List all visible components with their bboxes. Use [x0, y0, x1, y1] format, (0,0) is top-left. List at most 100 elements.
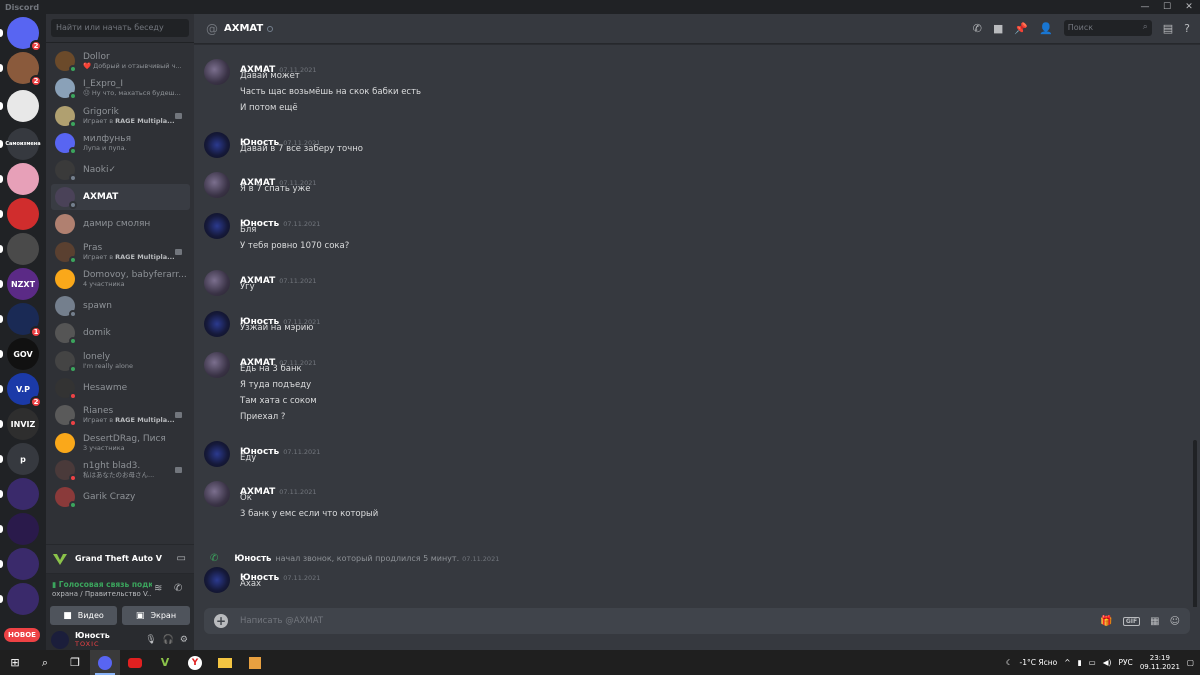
dm-item[interactable]: lonely I'm really alone	[51, 348, 190, 374]
video-button[interactable]: ■ Видео	[50, 606, 117, 625]
dm-item[interactable]: Domovoy, babyferarr... 4 участника	[51, 266, 190, 292]
add-friend-icon[interactable]: 👤	[1039, 22, 1053, 35]
dm-item[interactable]: Pras Играет в RAGE Multipla...	[51, 239, 190, 265]
avatar[interactable]	[204, 567, 230, 593]
search-input[interactable]: Поиск ⌕	[1063, 20, 1152, 36]
dm-item[interactable]: n1ght blad3. 私はあなたのお母さん...	[51, 457, 190, 483]
language[interactable]: РУС	[1118, 658, 1132, 667]
screen-button[interactable]: ▣ Экран	[122, 606, 190, 625]
avatar[interactable]	[51, 630, 69, 649]
volume-icon[interactable]: ◀)	[1103, 658, 1112, 667]
noise-suppression-icon[interactable]: ≋	[154, 583, 162, 594]
status-indicator	[69, 365, 77, 373]
avatar[interactable]	[204, 311, 230, 337]
server-icon[interactable]	[7, 90, 39, 122]
dm-item[interactable]: spawn	[51, 293, 190, 319]
screen-share-icon[interactable]: ▭	[177, 553, 194, 564]
youtube-taskbar-icon[interactable]	[120, 650, 150, 675]
headphones-icon[interactable]: 🎧	[163, 635, 174, 645]
task-view-icon[interactable]: ❐	[60, 650, 90, 675]
avatar[interactable]	[204, 352, 230, 378]
server-icon[interactable]: NZXT	[7, 268, 39, 300]
windows-start-icon[interactable]: ⊞	[0, 650, 30, 675]
dm-item[interactable]: Hesawme	[51, 375, 190, 401]
search-taskbar-icon[interactable]: ⌕	[30, 650, 60, 675]
server-icon[interactable]	[7, 198, 39, 230]
server-icon[interactable]	[7, 478, 39, 510]
message-text: Едь на 3 банк	[240, 364, 302, 374]
upload-icon[interactable]: +	[214, 614, 228, 628]
call-icon[interactable]: ✆	[973, 22, 982, 35]
discord-taskbar-icon[interactable]	[90, 650, 120, 675]
server-icon[interactable]: INVIZ	[7, 408, 39, 440]
server-icon[interactable]: V.P 2	[7, 373, 42, 408]
minimize-button[interactable]: —	[1134, 0, 1156, 14]
dm-item[interactable]: DesertDRag, Пися 3 участника	[51, 430, 190, 456]
dm-item[interactable]: Grigorik Играет в RAGE Multipla...	[51, 103, 190, 129]
yandex-browser-icon[interactable]: Y	[180, 650, 210, 675]
inbox-icon[interactable]: ▤	[1163, 22, 1173, 35]
find-conversation-button[interactable]: Найти или начать беседу	[51, 19, 189, 37]
dm-item[interactable]: дамир смолян	[51, 211, 190, 237]
dm-item[interactable]: domik	[51, 320, 190, 346]
gta-taskbar-icon[interactable]: V	[150, 650, 180, 675]
clock[interactable]: 23:19 09.11.2021	[1140, 654, 1180, 672]
weather[interactable]: -1°C Ясно	[1020, 658, 1058, 667]
dm-item[interactable]: Garik Crazy	[51, 484, 190, 510]
dm-item[interactable]: Naoki✓	[51, 157, 190, 183]
video-call-icon[interactable]: ■	[993, 22, 1003, 35]
mic-tray-icon[interactable]: ▮	[1078, 658, 1082, 667]
dm-name: lonely	[83, 352, 111, 362]
server-icon[interactable]: 1	[7, 303, 42, 338]
help-icon[interactable]: ?	[1184, 22, 1190, 35]
dm-item[interactable]: I_Expro_I 😐 Ну что, махаться будеш...	[51, 75, 190, 101]
phone-icon: ✆	[210, 553, 219, 564]
network-icon[interactable]: ▭	[1089, 658, 1096, 667]
avatar[interactable]	[204, 213, 230, 239]
message-text: Я в 7 спать уже	[240, 184, 311, 194]
voice-status[interactable]: ▮ Голосовая связь подк	[52, 580, 152, 589]
dm-item[interactable]: AXMAT	[51, 184, 190, 210]
avatar[interactable]	[204, 59, 230, 85]
server-icon[interactable]	[7, 583, 39, 615]
server-icon[interactable]	[7, 513, 39, 545]
server-icon[interactable]	[7, 163, 39, 195]
emoji-icon[interactable]: ☺	[1170, 616, 1180, 627]
message-input[interactable]	[240, 616, 1101, 626]
avatar[interactable]	[204, 270, 230, 296]
avatar[interactable]	[204, 132, 230, 158]
maximize-button[interactable]: ☐	[1156, 0, 1178, 14]
chevron-up-icon[interactable]: ^	[1064, 658, 1070, 667]
pin-icon[interactable]: 📌	[1014, 22, 1028, 35]
avatar[interactable]	[204, 441, 230, 467]
server-icon[interactable]	[7, 233, 39, 265]
disconnect-icon[interactable]: ✆	[174, 583, 182, 594]
server-icon[interactable]: p	[7, 443, 39, 475]
gift-icon[interactable]: 🎁	[1100, 616, 1112, 627]
activity-panel: Grand Theft Auto V ▭	[46, 544, 194, 572]
server-icon[interactable]: 2	[7, 52, 42, 87]
server-icon[interactable]	[7, 548, 39, 580]
scrollbar[interactable]	[1193, 440, 1197, 607]
dm-item[interactable]: милфунья Лупа и пупа.	[51, 130, 190, 156]
server-label: GOV	[13, 349, 33, 359]
server-icon[interactable]: Самоизмена	[5, 128, 41, 160]
gear-icon[interactable]: ⚙	[180, 635, 188, 645]
dm-item[interactable]: Rianes Играет в RAGE Multipla...	[51, 402, 190, 428]
sticker-icon[interactable]: ▦	[1150, 616, 1159, 627]
avatar	[55, 106, 77, 128]
server-icon[interactable]: 2	[7, 17, 42, 52]
avatar[interactable]	[204, 172, 230, 198]
notifications-icon[interactable]: ▢	[1187, 658, 1194, 667]
media-player-icon[interactable]	[240, 650, 270, 675]
dm-item[interactable]: Dollor ❤️ Добрый и отзывчивый ч...	[51, 48, 190, 74]
avatar[interactable]	[204, 481, 230, 507]
new-button[interactable]: НОВОЕ	[4, 628, 40, 642]
voice-channel[interactable]: охрана / Правительство V...	[52, 590, 152, 598]
system-author[interactable]: Юность	[234, 554, 271, 564]
mic-icon[interactable]: 🎙	[145, 635, 156, 645]
close-button[interactable]: ✕	[1178, 0, 1200, 14]
gif-icon[interactable]: GIF	[1122, 616, 1141, 626]
server-icon[interactable]: GOV	[7, 338, 39, 370]
file-explorer-icon[interactable]	[210, 650, 240, 675]
